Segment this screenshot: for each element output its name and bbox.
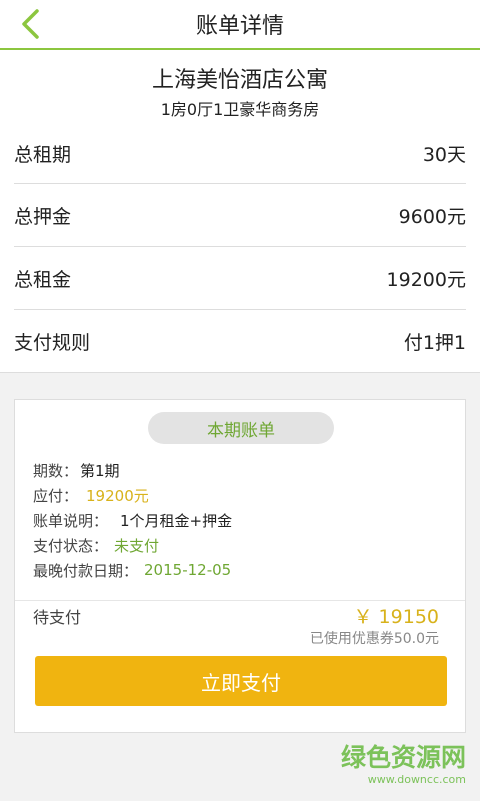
app-header: 账单详情 — [0, 0, 480, 50]
pending-label: 待支付 — [33, 608, 82, 627]
due-value: 19200元 — [86, 486, 149, 505]
summary-label: 总租期 — [14, 143, 72, 166]
current-bill-badge: 本期账单 — [148, 412, 334, 444]
summary-label: 总租金 — [14, 268, 72, 291]
period-label: 期数： — [33, 461, 79, 480]
bill-summary-section: 上海美怡酒店公寓 1房0厅1卫豪华商务房 总租期 30天 总押金 9600元 总… — [0, 50, 480, 372]
summary-value: 19200元 — [386, 268, 466, 291]
summary-value: 付1押1 — [403, 331, 466, 354]
due-label: 应付： — [33, 486, 79, 505]
summary-label: 总押金 — [14, 205, 72, 228]
watermark-url: www.downcc.com — [367, 773, 466, 786]
summary-row-rent: 总租金 19200元 — [14, 247, 466, 309]
status-value: 未支付 — [114, 536, 160, 555]
hotel-name: 上海美怡酒店公寓 — [151, 68, 328, 93]
pay-now-button[interactable]: 立即支付 — [35, 656, 447, 706]
bill-due: 应付： 19200元 — [33, 483, 149, 507]
page-title: 账单详情 — [195, 14, 284, 39]
deadline-label: 最晚付款日期： — [33, 561, 139, 580]
period-value: 第1期 — [80, 461, 120, 480]
deadline-value: 2015-12-05 — [144, 561, 232, 579]
room-type: 1房0厅1卫豪华商务房 — [160, 100, 320, 119]
summary-row-deposit: 总押金 9600元 — [14, 184, 466, 246]
watermark-title: 绿色资源网 — [340, 743, 466, 772]
summary-row-term: 总租期 30天 — [14, 122, 466, 184]
back-button[interactable] — [10, 6, 50, 42]
current-bill-card: 本期账单 期数： 第1期 应付： 19200元 账单说明： 1个月租金+押金 支… — [14, 399, 466, 733]
current-bill-area: 本期账单 期数： 第1期 应付： 19200元 账单说明： 1个月租金+押金 支… — [0, 372, 480, 801]
bill-status: 支付状态： 未支付 — [33, 533, 159, 557]
chevron-left-icon — [22, 9, 39, 39]
summary-label: 支付规则 — [14, 331, 91, 354]
status-label: 支付状态： — [33, 536, 109, 555]
pending-amount: ￥ 19150 — [353, 606, 439, 628]
description-label: 账单说明： — [33, 511, 109, 530]
summary-value: 9600元 — [398, 205, 466, 228]
bill-deadline: 最晚付款日期： 2015-12-05 — [33, 558, 231, 582]
divider — [15, 600, 465, 601]
description-value: 1个月租金+押金 — [120, 511, 233, 530]
bill-period: 期数： 第1期 — [33, 458, 120, 482]
coupon-note: 已使用优惠券50.0元 — [309, 631, 439, 647]
summary-row-payment-rule: 支付规则 付1押1 — [14, 310, 466, 372]
watermark-logo: 绿色资源网 www.downcc.com — [341, 743, 466, 787]
summary-value: 30天 — [422, 143, 466, 166]
bill-description: 账单说明： 1个月租金+押金 — [33, 508, 232, 532]
